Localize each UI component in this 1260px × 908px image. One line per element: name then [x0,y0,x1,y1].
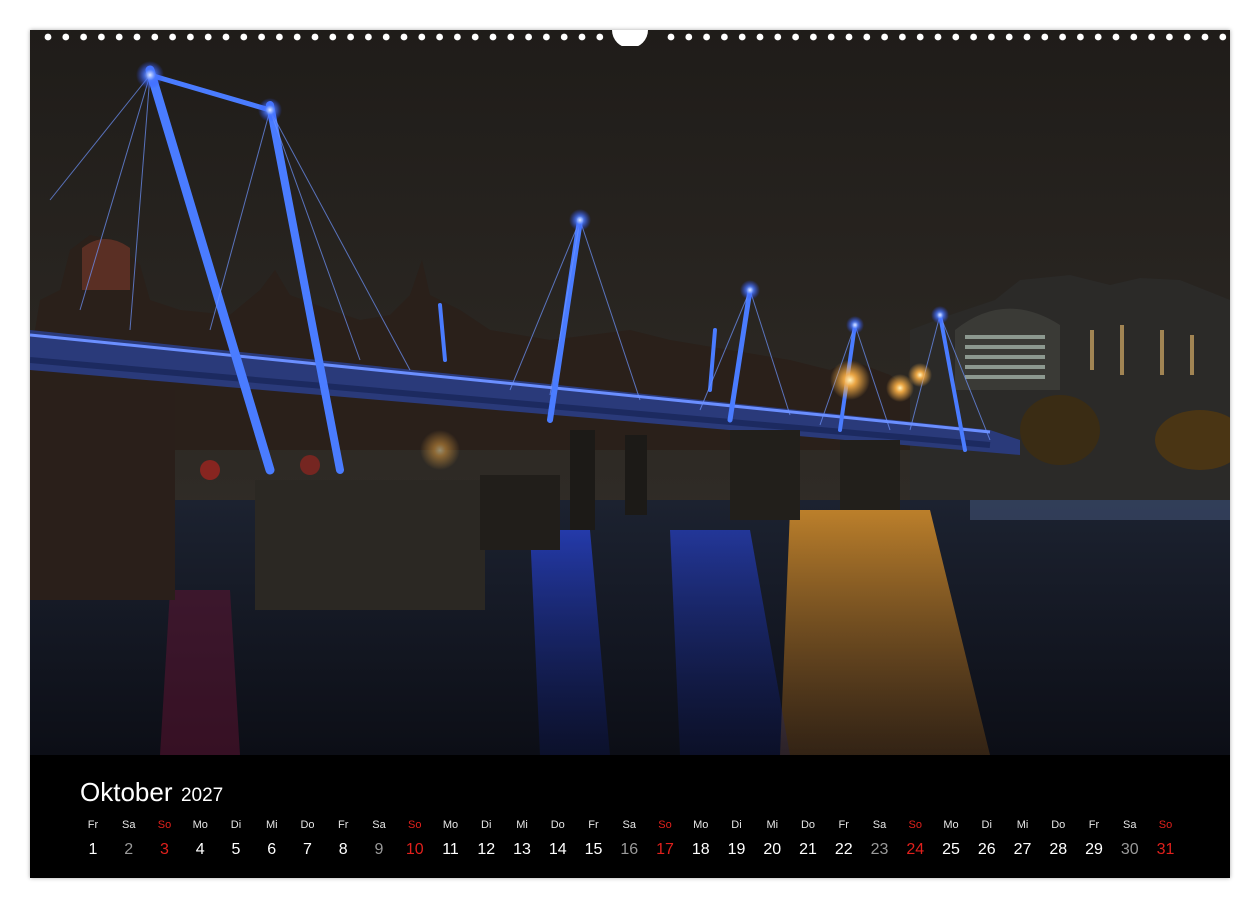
weekday-label: Di [481,819,492,831]
day-number: 15 [584,841,603,858]
weekday-label: Sa [622,819,636,831]
day-number: 19 [727,841,746,858]
day-number: 29 [1085,841,1103,858]
day-number: 24 [906,841,925,858]
weekday-label: So [658,819,672,831]
weekday-label: So [1158,819,1173,831]
month-title: Oktober 2027 [80,777,223,808]
day-number: 13 [513,841,531,858]
day-number: 25 [942,841,960,858]
weekday-label: Fr [838,819,849,831]
year: 2027 [180,785,224,806]
day-number: 12 [477,841,496,858]
day-number: 1 [88,841,98,858]
weekday-label: Do [1051,819,1066,831]
day-number: 30 [1120,841,1139,858]
day-number: 20 [763,841,782,858]
weekday-label: Mi [265,819,278,831]
calendar-page [30,30,1230,878]
weekday-label: Mi [1016,819,1029,831]
weekday-label: Sa [122,819,136,831]
weekday-label: Sa [1123,819,1137,831]
day-number: 7 [303,841,312,858]
day-number: 3 [160,841,169,858]
night-bridge-photo [30,30,1230,755]
day-number: 26 [977,841,996,858]
day-number: 31 [1156,841,1175,858]
weekday-label: Sa [872,819,887,831]
weekday-label: Di [731,819,742,831]
day-number: 5 [231,841,241,858]
day-number: 10 [405,841,424,858]
weekday-label: Mo [442,819,459,831]
day-number: 14 [548,841,567,858]
weekday-label: Fr [87,819,99,831]
weekday-label: Mo [943,819,959,831]
day-number: 23 [870,841,889,858]
weekday-label: Mo [693,819,709,831]
day-number: 11 [442,841,459,858]
day-number: 21 [799,841,817,858]
day-number: 18 [691,841,710,858]
weekday-label: Fr [338,819,349,831]
day-number: 8 [338,841,348,858]
calendar-strip: Oktober 2027 Fr 1 Sa 2 So 3 Mo 4 Di 5 Mi 6 Do 7 Fr 8 Sa 9… [30,755,1230,878]
day-number: 16 [620,841,639,858]
weekday-label: So [157,819,172,831]
weekday-label: Mi [766,819,779,831]
weekday-label: So [908,819,922,831]
weekday-label: Do [300,819,315,831]
day-number: 22 [834,841,853,858]
weekday-label: Di [981,819,992,831]
weekday-label: Fr [588,819,599,831]
weekday-label: Di [230,819,242,831]
weekday-label: So [408,819,422,831]
day-number: 9 [374,841,384,858]
month-name: Oktober [80,777,173,807]
day-number: 2 [124,841,134,858]
day-number: 4 [195,841,205,858]
weekday-label: Fr [1088,819,1100,831]
weekday-label: Sa [372,819,386,831]
day-number: 27 [1013,841,1032,858]
day-number: 6 [267,841,277,858]
day-number: 28 [1049,841,1068,858]
weekday-label: Mi [516,819,528,831]
weekday-label: Mo [192,819,208,831]
weekday-label: Do [550,819,565,831]
weekday-label: Do [800,819,816,831]
day-number: 17 [656,841,674,858]
